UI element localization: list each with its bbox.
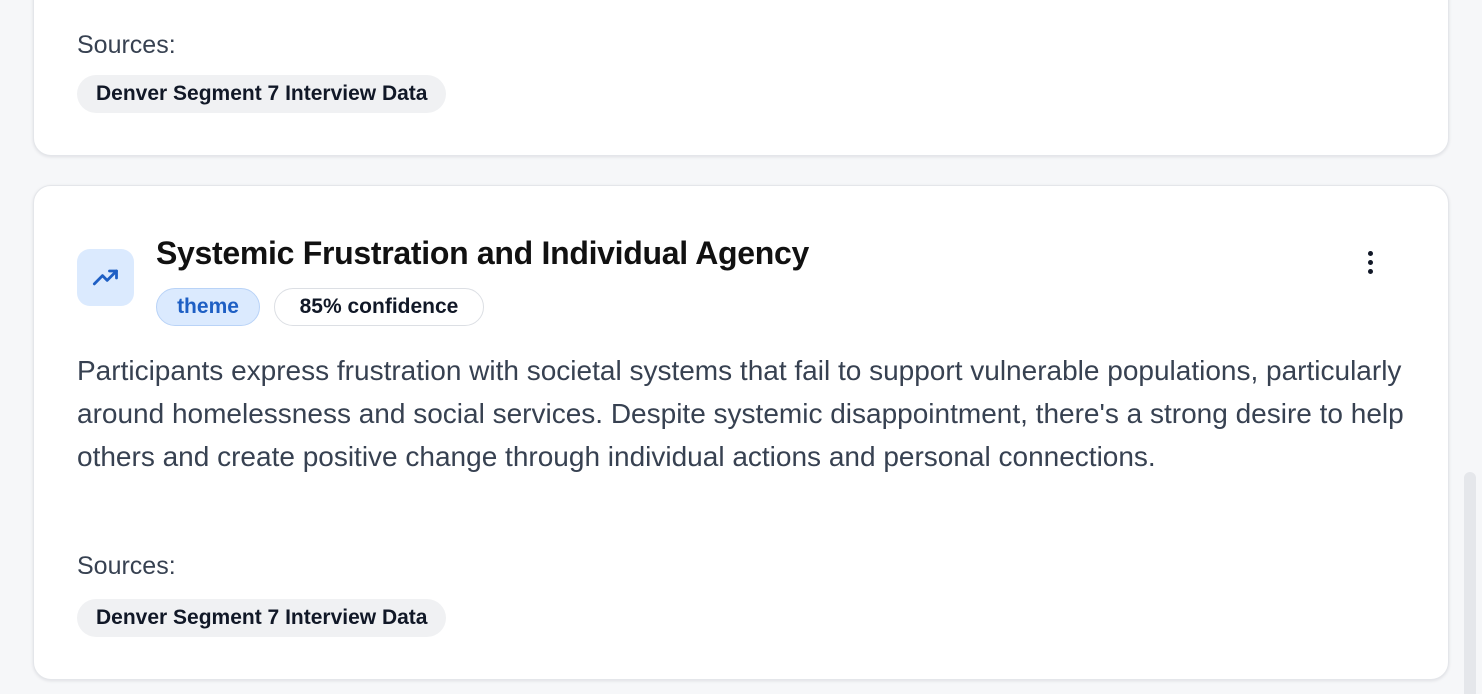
source-chip[interactable]: Denver Segment 7 Interview Data [77, 599, 447, 637]
source-chip[interactable]: Denver Segment 7 Interview Data [77, 75, 447, 113]
more-vertical-icon [1367, 250, 1373, 256]
confidence-badge: 85% confidence [274, 288, 484, 326]
insight-description: Participants express frustration with so… [77, 355, 1404, 472]
sources-label: Sources: [77, 552, 176, 580]
trending-up-icon [77, 249, 134, 306]
insight-card: Systemic Frustration and Individual Agen… [33, 185, 1449, 680]
insight-title: Systemic Frustration and Individual Agen… [156, 235, 810, 271]
type-badge: theme [156, 288, 260, 326]
scrollbar-thumb[interactable] [1464, 472, 1476, 694]
insight-card-previous: Sources: Denver Segment 7 Interview Data [33, 0, 1449, 156]
sources-label: Sources: [77, 31, 176, 59]
more-options-button[interactable] [1352, 244, 1388, 280]
insights-list: Sources: Denver Segment 7 Interview Data… [0, 0, 1482, 694]
